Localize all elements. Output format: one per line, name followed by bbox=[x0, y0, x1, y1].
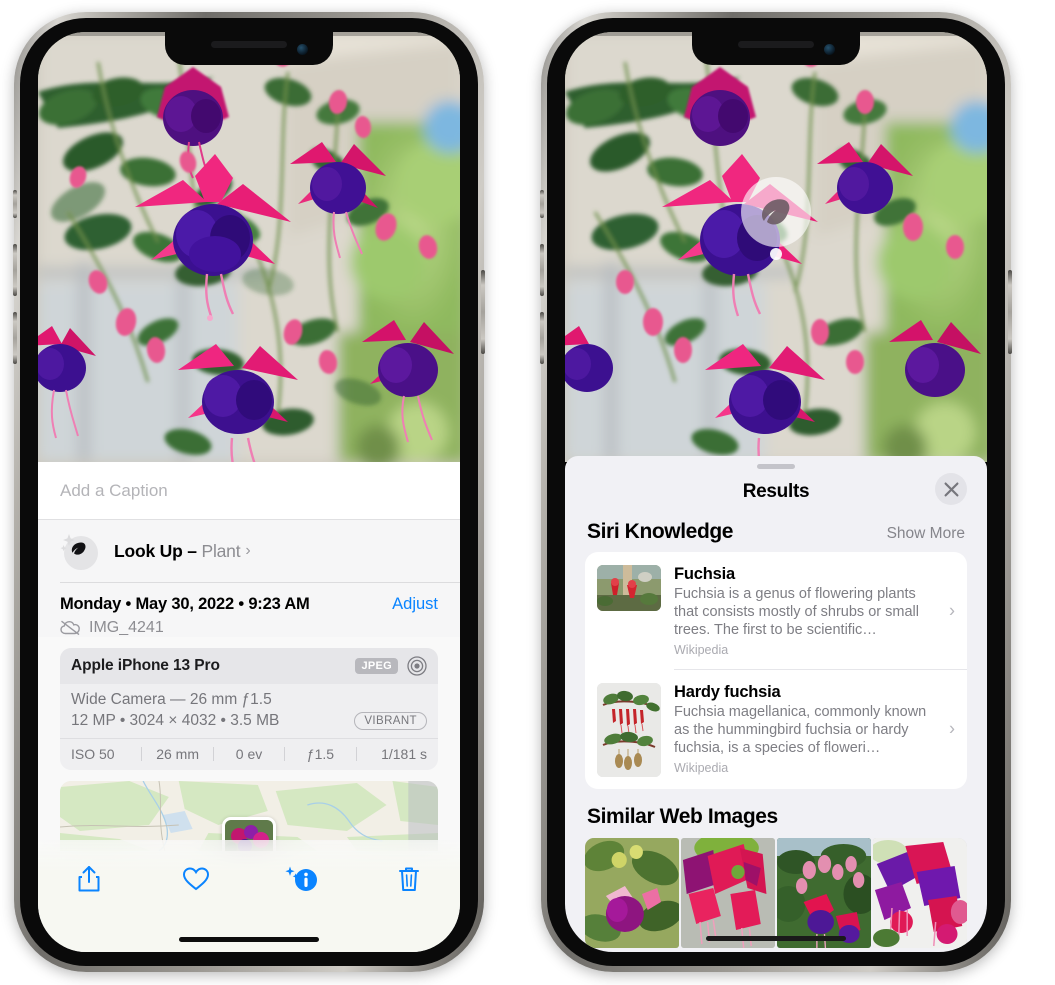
photo-info-sheet: Add a Caption Look Up – Plant › Monday •… bbox=[38, 462, 460, 952]
knowledge-item-hardy-fuchsia[interactable]: Hardy fuchsia Fuchsia magellanica, commo… bbox=[585, 670, 967, 789]
similar-web-images-row[interactable] bbox=[565, 837, 987, 948]
results-title: Results bbox=[742, 480, 810, 502]
front-camera-icon bbox=[297, 44, 308, 55]
exif-shutter: 1/181 s bbox=[381, 746, 428, 762]
photo-toolbar bbox=[38, 840, 460, 952]
delete-button[interactable] bbox=[386, 858, 432, 900]
capture-date: Monday • May 30, 2022 • 9:23 AM bbox=[60, 595, 310, 613]
results-sheet: Results Siri Knowledge Show More Fuchsia… bbox=[565, 456, 987, 952]
knowledge-source: Wikipedia bbox=[674, 643, 729, 657]
web-image-thumbnail[interactable] bbox=[873, 837, 967, 948]
exif-row: ISO 50 26 mm 0 ev ƒ1.5 1/181 s bbox=[60, 738, 438, 770]
caption-row[interactable]: Add a Caption bbox=[38, 462, 460, 520]
close-button[interactable] bbox=[935, 473, 967, 505]
volume-down-button-left[interactable] bbox=[13, 312, 17, 364]
caption-input[interactable]: Add a Caption bbox=[60, 481, 168, 501]
photographic-style-badge: VIBRANT bbox=[354, 712, 427, 730]
knowledge-title: Hardy fuchsia bbox=[674, 682, 781, 701]
knowledge-thumbnail bbox=[597, 682, 661, 777]
web-image-thumbnail[interactable] bbox=[585, 837, 679, 948]
photo-metadata: Monday • May 30, 2022 • 9:23 AM Adjust I… bbox=[38, 582, 460, 637]
look-up-label: Look Up – Plant bbox=[114, 540, 241, 561]
mute-switch-left[interactable] bbox=[13, 190, 17, 218]
siri-knowledge-title: Siri Knowledge bbox=[587, 520, 734, 543]
power-button-left[interactable] bbox=[481, 270, 485, 354]
earpiece-speaker-icon bbox=[211, 41, 287, 48]
notch-right bbox=[692, 32, 860, 65]
knowledge-item-fuchsia[interactable]: Fuchsia Fuchsia is a genus of flowering … bbox=[585, 552, 967, 669]
siri-knowledge-card: Fuchsia Fuchsia is a genus of flowering … bbox=[585, 552, 967, 789]
exif-ev: 0 ev bbox=[235, 746, 263, 762]
adjust-button[interactable]: Adjust bbox=[392, 595, 438, 614]
camera-info-card[interactable]: Apple iPhone 13 Pro JPEG Wide Camera — 2… bbox=[60, 648, 438, 770]
screen-right: Results Siri Knowledge Show More Fuchsia… bbox=[565, 32, 987, 952]
volume-up-button-left[interactable] bbox=[13, 244, 17, 296]
mute-switch-right[interactable] bbox=[540, 190, 544, 218]
home-indicator-right[interactable] bbox=[706, 936, 846, 941]
visual-lookup-badge[interactable] bbox=[738, 172, 814, 273]
screen-left: Add a Caption Look Up – Plant › Monday •… bbox=[38, 32, 460, 952]
web-image-thumbnail[interactable] bbox=[681, 837, 775, 948]
knowledge-description: Fuchsia is a genus of flowering plants t… bbox=[674, 586, 919, 638]
chevron-right-icon: › bbox=[245, 542, 251, 559]
exif-focal: 26 mm bbox=[156, 746, 199, 762]
phone-left: Add a Caption Look Up – Plant › Monday •… bbox=[13, 12, 485, 972]
info-button[interactable] bbox=[279, 858, 325, 900]
siri-knowledge-header: Siri Knowledge Show More bbox=[565, 514, 987, 552]
close-icon bbox=[944, 482, 958, 496]
chevron-right-icon: › bbox=[949, 600, 955, 620]
front-camera-icon bbox=[824, 44, 835, 55]
share-button[interactable] bbox=[66, 858, 112, 900]
exif-aperture: ƒ1.5 bbox=[306, 746, 335, 762]
similar-web-images-title: Similar Web Images bbox=[587, 804, 778, 828]
lens-info: Wide Camera — 26 mm ƒ1.5 bbox=[71, 691, 272, 708]
screenshot-root: Add a Caption Look Up – Plant › Monday •… bbox=[0, 0, 1055, 985]
notch-left bbox=[165, 32, 333, 65]
look-up-leaf-icon bbox=[60, 532, 98, 570]
knowledge-description: Fuchsia magellanica, commonly known as t… bbox=[674, 703, 927, 756]
power-button-right[interactable] bbox=[1008, 270, 1012, 354]
favorite-button[interactable] bbox=[173, 858, 219, 900]
resolution-info: 12 MP • 3024 × 4032 • 3.5 MB bbox=[71, 712, 280, 729]
knowledge-title: Fuchsia bbox=[674, 565, 735, 583]
knowledge-thumbnail bbox=[597, 565, 661, 611]
format-badge: JPEG bbox=[355, 658, 398, 674]
chevron-right-icon: › bbox=[949, 718, 955, 739]
volume-up-button-right[interactable] bbox=[540, 244, 544, 296]
phone-right: Results Siri Knowledge Show More Fuchsia… bbox=[540, 12, 1012, 972]
earpiece-speaker-icon bbox=[738, 41, 814, 48]
filename: IMG_4241 bbox=[89, 619, 164, 636]
aperture-icon[interactable] bbox=[407, 656, 427, 676]
exif-iso: ISO 50 bbox=[71, 746, 115, 762]
knowledge-body: Fuchsia Fuchsia is a genus of flowering … bbox=[674, 565, 955, 657]
volume-down-button-right[interactable] bbox=[540, 312, 544, 364]
web-image-thumbnail[interactable] bbox=[777, 837, 871, 948]
look-up-row[interactable]: Look Up – Plant › bbox=[38, 520, 460, 582]
home-indicator-left[interactable] bbox=[179, 937, 319, 942]
knowledge-source: Wikipedia bbox=[674, 760, 729, 775]
show-more-button[interactable]: Show More bbox=[887, 525, 965, 543]
photo-viewer-left[interactable] bbox=[38, 32, 460, 462]
icloud-slash-icon bbox=[60, 620, 80, 636]
similar-web-images-header: Similar Web Images bbox=[565, 789, 987, 838]
camera-model: Apple iPhone 13 Pro bbox=[71, 657, 220, 674]
photo-viewer-right[interactable] bbox=[565, 32, 987, 462]
knowledge-body: Hardy fuchsia Fuchsia magellanica, commo… bbox=[674, 683, 955, 777]
fuchsia-photo bbox=[38, 32, 460, 462]
